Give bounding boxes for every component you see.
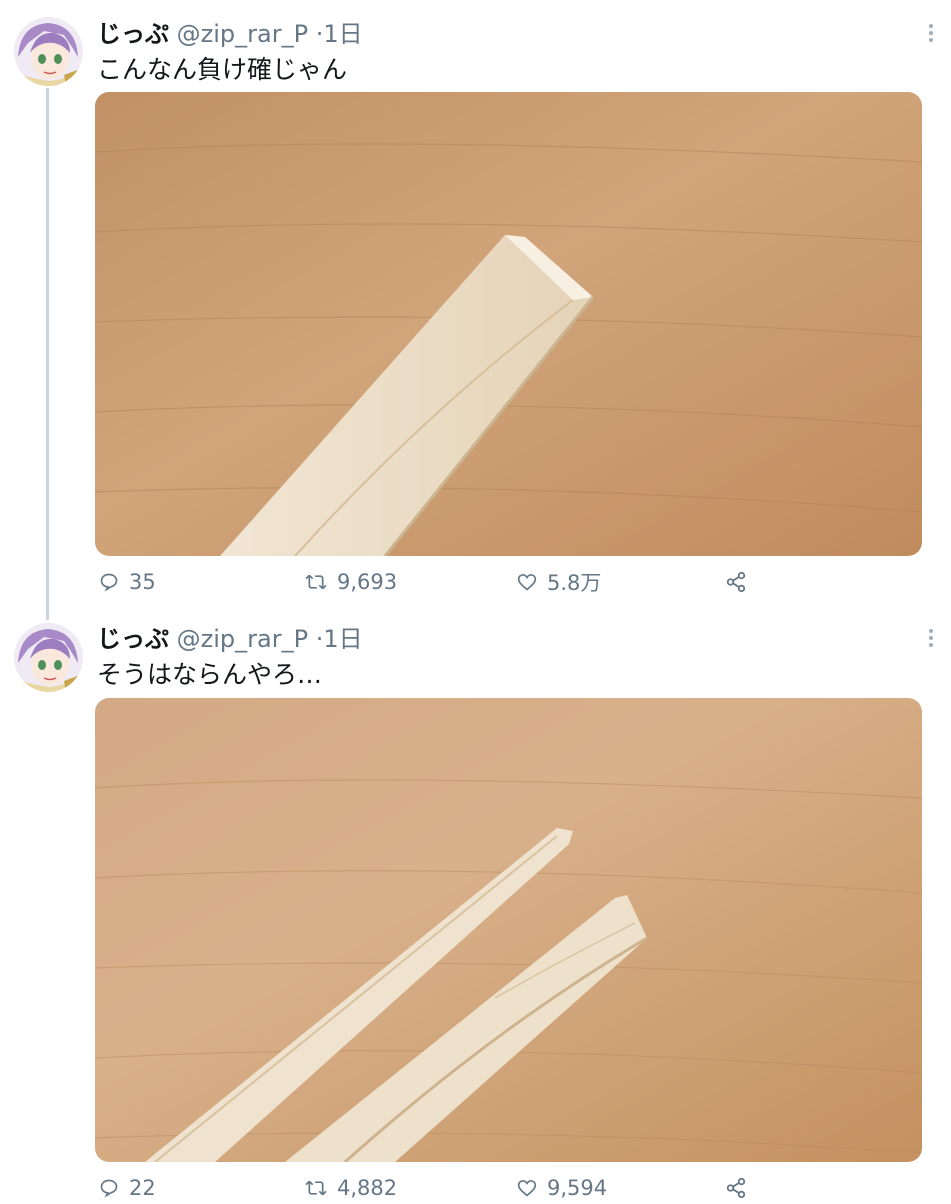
- tweet-text: そうはならんやろ…: [97, 660, 323, 689]
- retweet-count: 9,693: [337, 570, 398, 594]
- avatar[interactable]: [14, 623, 83, 692]
- heart-icon: [517, 1180, 537, 1197]
- reply-button[interactable]: 22: [99, 1172, 156, 1204]
- share-button[interactable]: [725, 566, 757, 598]
- share-button[interactable]: [725, 1172, 757, 1204]
- heart-icon: [517, 574, 537, 591]
- retweet-icon: [305, 574, 327, 590]
- reply-icon: [100, 1179, 118, 1198]
- action-bar: 35 9,693 5.8万: [0, 566, 951, 598]
- share-icon: [726, 571, 746, 593]
- reply-count: 22: [129, 1176, 156, 1200]
- tweet-text: こんなん負け確じゃん: [97, 55, 348, 84]
- more-options-icon[interactable]: [929, 24, 933, 45]
- user-handle[interactable]: @zip_rar_P: [177, 20, 308, 48]
- share-icon: [726, 1177, 746, 1199]
- reply-icon: [100, 573, 118, 592]
- retweet-button[interactable]: 9,693: [305, 566, 397, 598]
- tweet-2[interactable]: じっぷ @zip_rar_P ·1日 そうはならんやろ… 22 4,882 9,…: [0, 605, 951, 1200]
- retweet-count: 4,882: [337, 1176, 398, 1200]
- avatar[interactable]: [14, 17, 83, 86]
- retweet-icon: [305, 1180, 327, 1196]
- tweet-header: じっぷ @zip_rar_P ·1日: [97, 14, 363, 49]
- like-count: 9,594: [547, 1176, 608, 1200]
- retweet-button[interactable]: 4,882: [305, 1172, 397, 1204]
- reply-count: 35: [129, 570, 156, 594]
- like-button[interactable]: 9,594: [517, 1172, 607, 1204]
- action-bar: 22 4,882 9,594: [0, 1172, 951, 1204]
- tweet-photo[interactable]: [95, 698, 922, 1162]
- display-name[interactable]: じっぷ: [97, 625, 169, 653]
- like-button[interactable]: 5.8万: [517, 566, 601, 598]
- thread-connector: [46, 88, 49, 620]
- timestamp[interactable]: ·1日: [316, 20, 363, 48]
- more-options-icon[interactable]: [929, 629, 933, 650]
- reply-button[interactable]: 35: [99, 566, 156, 598]
- timestamp[interactable]: ·1日: [316, 625, 363, 653]
- user-handle[interactable]: @zip_rar_P: [177, 625, 308, 653]
- tweet-1[interactable]: じっぷ @zip_rar_P ·1日 こんなん負け確じゃん 35 9,693 5…: [0, 0, 951, 620]
- like-count: 5.8万: [547, 571, 602, 595]
- tweet-photo[interactable]: [95, 92, 922, 556]
- tweet-header: じっぷ @zip_rar_P ·1日: [97, 619, 363, 654]
- display-name[interactable]: じっぷ: [97, 20, 169, 48]
